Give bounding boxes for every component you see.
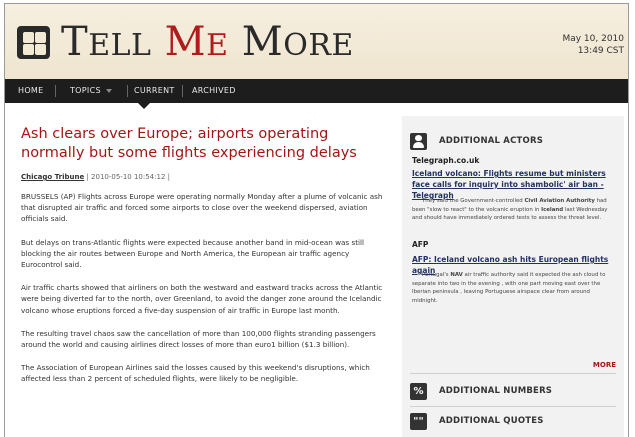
article-source-link[interactable]: Chicago Tribune bbox=[21, 173, 84, 181]
nav-archived[interactable]: ARCHIVED bbox=[192, 79, 236, 103]
logo-letters: ELL bbox=[88, 28, 152, 63]
section-divider bbox=[410, 373, 616, 374]
sidebar: ADDITIONAL ACTORS Telegraph.co.uk Icelan… bbox=[402, 116, 624, 437]
current-time: 13:49 CST bbox=[577, 46, 624, 56]
article-paragraph: But delays on trans-Atlantic flights wer… bbox=[21, 237, 365, 270]
nav-topics-label: TOPICS bbox=[70, 86, 101, 95]
numbers-title: ADDITIONAL NUMBERS bbox=[439, 386, 553, 396]
active-nav-indicator bbox=[138, 103, 150, 109]
chevron-down-icon bbox=[105, 88, 112, 93]
numbers-section-header[interactable]: % ADDITIONAL NUMBERS bbox=[410, 382, 616, 402]
quotes-section-header[interactable]: "" ADDITIONAL QUOTES bbox=[410, 412, 616, 432]
nav-divider bbox=[182, 85, 183, 97]
more-link[interactable]: MORE bbox=[593, 361, 616, 369]
actor-snippet-keyword: Iceland bbox=[541, 206, 564, 213]
actor-source: Telegraph.co.uk bbox=[412, 156, 480, 165]
quote-icon: "" bbox=[410, 413, 427, 430]
article-headline: Ash clears over Europe; airports operati… bbox=[21, 126, 357, 161]
actor-snippet: Portugal's NAV air traffic authority sai… bbox=[412, 271, 616, 305]
logo-letter: T bbox=[61, 19, 89, 65]
article-paragraph: Air traffic charts showed that airliners… bbox=[21, 283, 383, 315]
actors-section-header: ADDITIONAL ACTORS bbox=[410, 132, 616, 152]
logo-letters: E bbox=[206, 28, 229, 63]
nav-home[interactable]: HOME bbox=[18, 79, 43, 103]
actor-snippet-keyword: NAV bbox=[450, 272, 463, 278]
masthead: TELL ME MORE May 10, 2010 13:49 CST bbox=[5, 4, 628, 79]
percent-icon: % bbox=[410, 383, 427, 400]
nav-divider bbox=[55, 85, 56, 97]
actor-snippet: They said the Government-controlled Civi… bbox=[412, 197, 616, 223]
logo-icon[interactable] bbox=[17, 26, 50, 59]
person-icon bbox=[410, 133, 427, 150]
article-paragraph: The Association of European Airlines sai… bbox=[21, 363, 370, 384]
logo-letter: M bbox=[241, 19, 284, 65]
article-byline: Chicago Tribune | 2010-05-10 10:54:12 | bbox=[21, 172, 387, 182]
site-logo[interactable]: TELL ME MORE bbox=[61, 17, 354, 71]
actor-snippet-text: They said the Government-controlled bbox=[422, 198, 525, 204]
article-timestamp: | 2010-05-10 10:54:12 | bbox=[86, 173, 170, 181]
actors-title: ADDITIONAL ACTORS bbox=[439, 136, 544, 146]
nav-topics[interactable]: TOPICS bbox=[70, 79, 112, 103]
nav-divider bbox=[127, 85, 128, 97]
logo-letter: M bbox=[164, 19, 207, 65]
actor-snippet-keyword: Civil Aviation Authority bbox=[524, 198, 595, 204]
current-date: May 10, 2010 bbox=[562, 34, 624, 44]
article-paragraph: The resulting travel chaos saw the cance… bbox=[21, 328, 376, 350]
browser-frame: TELL ME MORE May 10, 2010 13:49 CST HOME… bbox=[4, 3, 629, 437]
nav-current[interactable]: CURRENT bbox=[134, 79, 175, 103]
actor-source: AFP bbox=[412, 240, 429, 249]
main-nav: HOME TOPICS CURRENT ARCHIVED search bbox=[5, 79, 628, 173]
logo-letters: ORE bbox=[283, 28, 354, 63]
date-display: May 10, 2010 13:49 CST bbox=[562, 33, 624, 57]
quotes-title: ADDITIONAL QUOTES bbox=[439, 416, 544, 426]
actor-snippet-text: Portugal's bbox=[422, 272, 451, 278]
article-paragraph: BRUSSELS (AP) Flights across Europe were… bbox=[21, 192, 383, 224]
article: Ash clears over Europe; airports operati… bbox=[21, 125, 387, 385]
section-divider bbox=[410, 406, 616, 407]
